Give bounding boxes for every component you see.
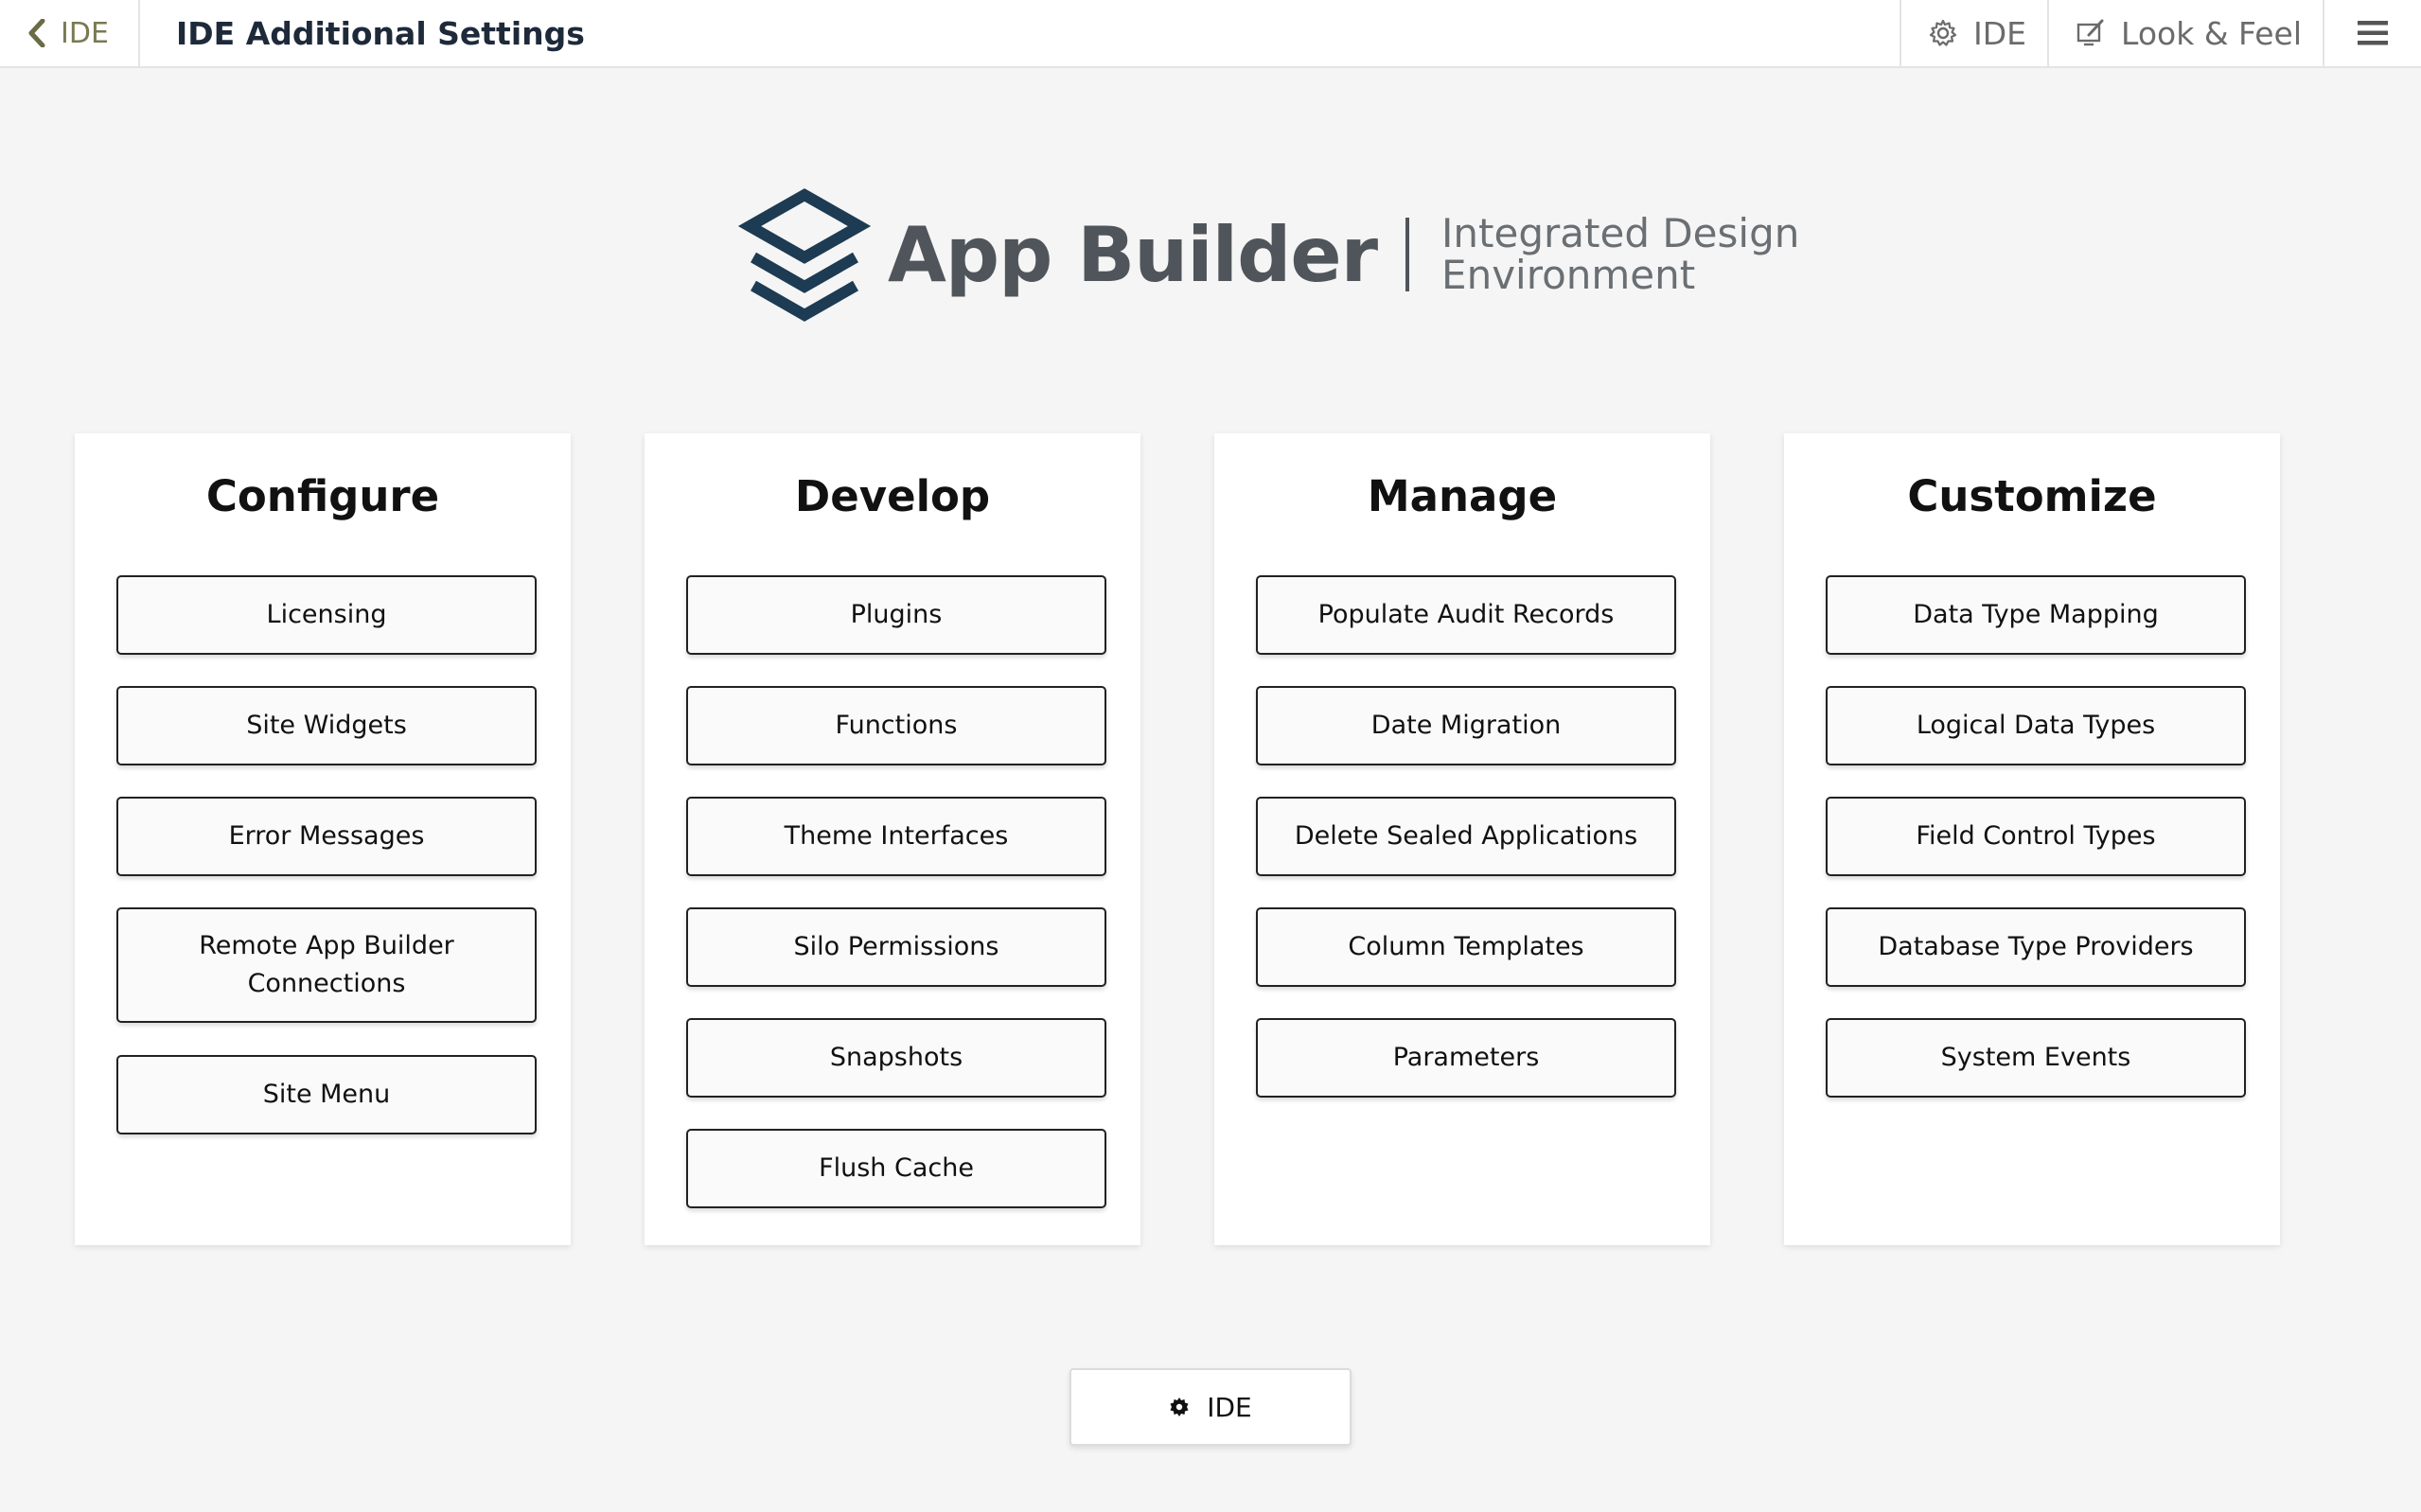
- functions-button[interactable]: Functions: [686, 686, 1106, 765]
- snapshots-button[interactable]: Snapshots: [686, 1018, 1106, 1098]
- look-feel-button[interactable]: Look & Feel: [2047, 0, 2323, 66]
- chevron-left-icon: [28, 19, 45, 47]
- site-widgets-button[interactable]: Site Widgets: [116, 686, 537, 765]
- ide-button[interactable]: IDE: [1069, 1368, 1352, 1446]
- logo-tagline-line2: Environment: [1441, 252, 1696, 298]
- app-builder-logo: App Builder Integrated Design Environmen…: [736, 185, 1799, 324]
- database-type-providers-button[interactable]: Database Type Providers: [1826, 907, 2246, 987]
- ide-settings-button[interactable]: IDE: [1900, 0, 2047, 66]
- panel-title: Configure: [205, 471, 440, 521]
- column-templates-button[interactable]: Column Templates: [1256, 907, 1676, 987]
- site-menu-button[interactable]: Site Menu: [116, 1055, 537, 1134]
- ide-settings-label: IDE: [1973, 14, 2027, 52]
- look-feel-icon: [2076, 19, 2104, 46]
- parameters-button[interactable]: Parameters: [1256, 1018, 1676, 1098]
- data-type-mapping-button[interactable]: Data Type Mapping: [1826, 575, 2246, 655]
- manage-panel: Manage Populate Audit Records Date Migra…: [1214, 433, 1710, 1245]
- ide-button-label: IDE: [1207, 1391, 1252, 1423]
- licensing-button[interactable]: Licensing: [116, 575, 537, 655]
- panel-title: Manage: [1367, 471, 1558, 521]
- look-feel-label: Look & Feel: [2121, 14, 2302, 52]
- back-button[interactable]: IDE: [0, 0, 140, 66]
- gear-icon: [1170, 1398, 1189, 1416]
- theme-interfaces-button[interactable]: Theme Interfaces: [686, 797, 1106, 876]
- date-migration-button[interactable]: Date Migration: [1256, 686, 1676, 765]
- field-control-types-button[interactable]: Field Control Types: [1826, 797, 2246, 876]
- logo-name: App Builder: [888, 210, 1378, 299]
- layers-logo-icon: [737, 188, 872, 322]
- flush-cache-button[interactable]: Flush Cache: [686, 1129, 1106, 1208]
- gear-icon: [1929, 19, 1957, 46]
- silo-permissions-button[interactable]: Silo Permissions: [686, 907, 1106, 987]
- panel-title: Develop: [794, 471, 991, 521]
- remote-app-builder-connections-button[interactable]: Remote App Builder Connections: [116, 907, 537, 1023]
- logical-data-types-button[interactable]: Logical Data Types: [1826, 686, 2246, 765]
- populate-audit-records-button[interactable]: Populate Audit Records: [1256, 575, 1676, 655]
- top-actions: IDE Look & Feel: [1900, 0, 2421, 66]
- logo-tagline-line1: Integrated Design: [1441, 210, 1800, 256]
- logo-divider: [1405, 218, 1410, 291]
- error-messages-button[interactable]: Error Messages: [116, 797, 537, 876]
- menu-button[interactable]: [2323, 0, 2421, 66]
- top-bar: IDE IDE Additional Settings IDE Look & F…: [0, 0, 2421, 68]
- plugins-button[interactable]: Plugins: [686, 575, 1106, 655]
- hamburger-menu-icon: [2358, 21, 2388, 45]
- delete-sealed-applications-button[interactable]: Delete Sealed Applications: [1256, 797, 1676, 876]
- develop-panel: Develop Plugins Functions Theme Interfac…: [645, 433, 1140, 1245]
- page-title: IDE Additional Settings: [176, 14, 585, 52]
- customize-panel: Customize Data Type Mapping Logical Data…: [1784, 433, 2280, 1245]
- system-events-button[interactable]: System Events: [1826, 1018, 2246, 1098]
- panel-title: Customize: [1907, 471, 2157, 521]
- back-label: IDE: [61, 16, 109, 50]
- logo-tagline: Integrated Design Environment: [1441, 213, 1799, 296]
- configure-panel: Configure Licensing Site Widgets Error M…: [75, 433, 571, 1245]
